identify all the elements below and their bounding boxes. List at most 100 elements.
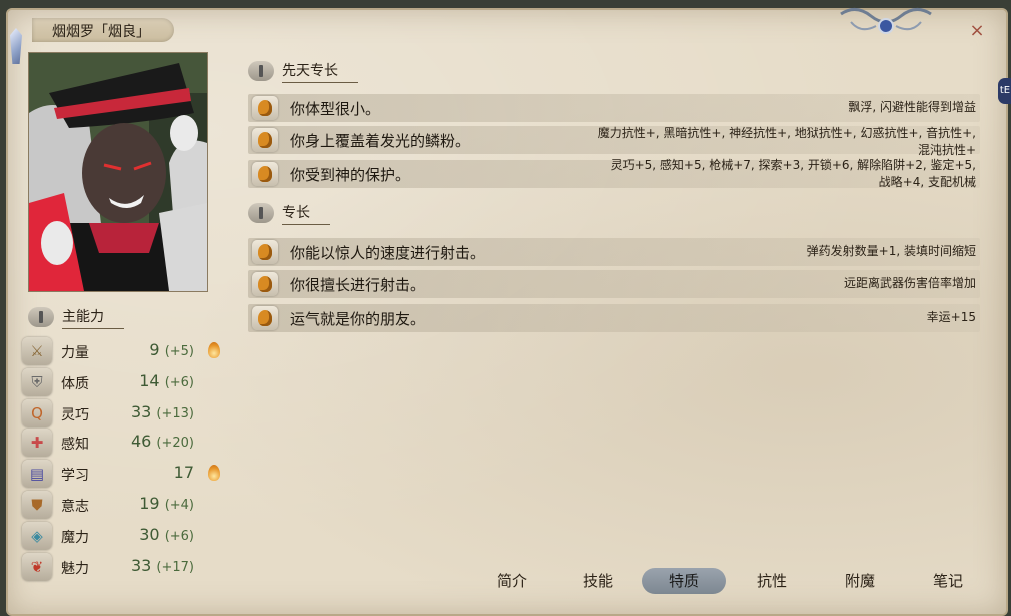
attribute-bonus: (+17) xyxy=(156,559,194,575)
tab-notes[interactable]: 笔记 xyxy=(906,568,990,594)
shield-icon: ⛊ xyxy=(22,491,52,519)
trait-effect-line: 飘浮, 闪避性能得到增益 xyxy=(848,100,976,114)
section-title: 专长 xyxy=(282,202,330,225)
tab-bar: 简介 技能 特质 抗性 附魔 笔记 xyxy=(470,568,990,596)
attribute-base-value: 19 xyxy=(139,494,160,513)
trait-icon xyxy=(252,240,278,264)
trait-effect-line: 弹药发射数量+1, 装填时间缩短 xyxy=(806,244,976,258)
perception-icon: ✚ xyxy=(22,429,52,458)
attribute-row[interactable]: ⛨ 体质 14 (+6) xyxy=(22,367,222,396)
pin-icon xyxy=(28,307,54,327)
trait-text: 运气就是你的朋友。 xyxy=(290,310,426,328)
attribute-base-value: 46 xyxy=(130,432,152,452)
tab-overview[interactable]: 简介 xyxy=(470,568,554,594)
attribute-value: 33 (+17) xyxy=(131,556,194,575)
trait-effect: 弹药发射数量+1, 装填时间缩短 xyxy=(807,243,976,260)
attribute-bonus: (+4) xyxy=(164,498,194,513)
trait-effect-line: 魔力抗性+, 黑暗抗性+, 神经抗性+, 地狱抗性+, 幻惑抗性+, 音抗性+, xyxy=(597,126,976,140)
attribute-bonus: (+5) xyxy=(164,344,194,359)
attribute-name: 魅力 xyxy=(61,560,89,577)
attribute-value: 17 xyxy=(174,463,194,482)
attribute-row[interactable]: Q 灵巧 33 (+13) xyxy=(22,398,222,427)
section-title: 主能力 xyxy=(62,306,124,329)
attribute-name: 学习 xyxy=(61,468,89,485)
attribute-base-value: 17 xyxy=(173,463,194,483)
dexterity-icon: Q xyxy=(22,398,52,427)
attribute-row[interactable]: ◈ 魔力 30 (+6) xyxy=(22,521,222,550)
trait-text: 你很擅长进行射击。 xyxy=(290,276,426,294)
attribute-name: 灵巧 xyxy=(61,406,89,423)
innate-traits-header: 先天专长 xyxy=(248,60,358,83)
trait-effect-line: 幸运+15 xyxy=(926,310,976,324)
attribute-base-value: 33 xyxy=(130,401,152,421)
close-button[interactable]: × xyxy=(968,22,986,40)
attribute-value: 14 (+6) xyxy=(139,371,194,390)
tab-skills[interactable]: 技能 xyxy=(556,568,640,594)
trait-text: 你能以惊人的速度进行射击。 xyxy=(290,244,486,262)
attribute-name: 感知 xyxy=(61,437,89,454)
trait-effect: 远距离武器伤害倍率增加 xyxy=(844,275,976,292)
pin-icon xyxy=(248,61,274,81)
magic-icon: ◈ xyxy=(22,521,52,550)
trait-row[interactable]: 你很擅长进行射击。 远距离武器伤害倍率增加 xyxy=(248,270,980,298)
attribute-base-value: 9 xyxy=(149,340,160,359)
attribute-name: 体质 xyxy=(61,375,89,392)
attribute-value: 30 (+6) xyxy=(139,525,194,544)
attribute-base-value: 14 xyxy=(139,370,160,390)
attribute-row[interactable]: ⛊ 意志 19 (+4) xyxy=(22,491,222,519)
trait-text: 你体型很小。 xyxy=(290,100,381,118)
attribute-row[interactable]: ❦ 魅力 33 (+17) xyxy=(22,552,222,581)
trait-effect-line: 灵巧+5, 感知+5, 枪械+7, 探索+3, 开锁+6, 解除陷阱+2, 鉴定… xyxy=(610,158,976,172)
attribute-bonus: (+13) xyxy=(156,405,194,421)
attribute-row[interactable]: ✚ 感知 46 (+20) xyxy=(22,429,222,458)
attribute-name: 力量 xyxy=(61,345,89,361)
feats-header: 专长 xyxy=(248,202,330,225)
attribute-row[interactable]: ⚔ 力量 9 (+5) xyxy=(22,337,222,365)
trait-text: 你受到神的保护。 xyxy=(290,166,411,184)
trait-effect: 飘浮, 闪避性能得到增益 xyxy=(848,99,976,116)
attribute-name: 意志 xyxy=(61,499,89,515)
trait-icon xyxy=(252,162,278,186)
attribute-base-value: 30 xyxy=(139,524,160,544)
attributes-header: 主能力 xyxy=(28,306,124,329)
trait-icon xyxy=(252,306,278,330)
trait-effect-line: 远距离武器伤害倍率增加 xyxy=(843,276,976,290)
attribute-value: 19 (+4) xyxy=(139,494,194,513)
attribute-bonus: (+20) xyxy=(156,436,194,452)
sword-icon: ⚔ xyxy=(22,337,52,365)
attribute-base-value: 33 xyxy=(130,555,152,575)
corner-ornament-icon xyxy=(840,8,932,34)
trait-row[interactable]: 你能以惊人的速度进行射击。 弹药发射数量+1, 装填时间缩短 xyxy=(248,238,980,266)
attribute-value: 9 (+5) xyxy=(149,340,194,359)
flame-icon xyxy=(208,342,220,358)
trait-effect: 幸运+15 xyxy=(927,309,976,326)
book-icon: ▤ xyxy=(22,460,52,489)
trait-effect: 灵巧+5, 感知+5, 枪械+7, 探索+3, 开锁+6, 解除陷阱+2, 鉴定… xyxy=(611,157,976,191)
attribute-value: 33 (+13) xyxy=(131,402,194,421)
armor-icon: ⛨ xyxy=(22,367,52,396)
side-badge: tE xyxy=(998,78,1011,104)
ribbon-icon: ❦ xyxy=(22,552,52,581)
trait-icon xyxy=(252,96,278,120)
pin-icon xyxy=(248,203,274,223)
trait-text: 你身上覆盖着发光的鳞粉。 xyxy=(290,132,471,150)
attribute-bonus: (+6) xyxy=(164,528,194,544)
tab-enchantments[interactable]: 附魔 xyxy=(818,568,902,594)
attribute-name: 魔力 xyxy=(61,529,89,546)
flame-icon xyxy=(208,465,220,482)
tab-resistances[interactable]: 抗性 xyxy=(730,568,814,594)
trait-icon xyxy=(252,128,278,152)
attribute-bonus: (+6) xyxy=(164,374,194,390)
trait-effect: 魔力抗性+, 黑暗抗性+, 神经抗性+, 地狱抗性+, 幻惑抗性+, 音抗性+,… xyxy=(598,125,976,159)
attribute-row[interactable]: ▤ 学习 17 xyxy=(22,460,222,489)
attribute-value: 46 (+20) xyxy=(131,432,194,451)
tab-traits[interactable]: 特质 xyxy=(642,568,726,594)
trait-icon xyxy=(252,272,278,296)
trait-row[interactable]: 你身上覆盖着发光的鳞粉。 魔力抗性+, 黑暗抗性+, 神经抗性+, 地狱抗性+,… xyxy=(248,126,980,157)
trait-row[interactable]: 运气就是你的朋友。 幸运+15 xyxy=(248,304,980,332)
trait-row[interactable]: 你体型很小。 飘浮, 闪避性能得到增益 xyxy=(248,94,980,122)
character-name: 烟烟罗「烟良」 xyxy=(52,24,150,40)
trait-row[interactable]: 你受到神的保护。 灵巧+5, 感知+5, 枪械+7, 探索+3, 开锁+6, 解… xyxy=(248,157,980,191)
trait-effect-line: 战略+4, 支配机械 xyxy=(878,175,976,189)
character-portrait xyxy=(28,52,208,292)
